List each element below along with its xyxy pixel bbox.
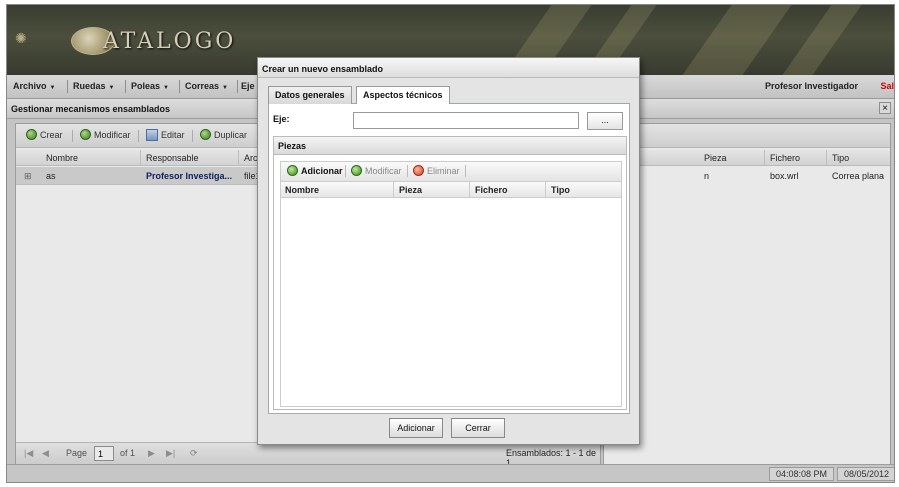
column-header-fichero[interactable]: Fichero <box>475 185 508 195</box>
column-header-tipo[interactable]: Tipo <box>551 185 570 195</box>
dialog-footer: Adicionar Cerrar <box>258 412 639 444</box>
piezas-table: Nombre Pieza Fichero Tipo <box>280 181 622 407</box>
dialog-titlebar[interactable]: Crear un nuevo ensamblado <box>258 58 639 78</box>
eje-label: Eje: <box>273 114 290 124</box>
eliminar-pieza-button[interactable]: Eliminar <box>413 165 460 176</box>
delete-icon <box>413 165 424 176</box>
app-window: ✺ ATALOGO Archivo ▼ Ruedas ▼ Poleas ▼ Corre… <box>6 4 895 483</box>
column-header-pieza[interactable]: Pieza <box>399 185 422 195</box>
tab-aspectos-tecnicos[interactable]: Aspectos técnicos <box>356 86 450 104</box>
piezas-fieldset: Piezas Adicionar Modificar Eliminar Nomb… <box>273 136 627 410</box>
crear-ensamblado-dialog: Crear un nuevo ensamblado Datos generale… <box>257 57 640 445</box>
eje-browse-button[interactable]: ... <box>587 112 623 130</box>
add-icon <box>287 165 298 176</box>
dialog-tabs: Datos generales Aspectos técnicos <box>268 82 630 104</box>
cerrar-button[interactable]: Cerrar <box>451 418 505 438</box>
piezas-toolbar: Adicionar Modificar Eliminar <box>280 161 622 181</box>
tab-panel-aspectos-tecnicos: Eje: ... Piezas Adicionar Modificar Elim… <box>268 104 630 414</box>
piezas-title: Piezas <box>278 141 307 151</box>
dialog-title: Crear un nuevo ensamblado <box>262 64 384 74</box>
column-header-nombre[interactable]: Nombre <box>285 185 319 195</box>
edit-icon <box>351 165 362 176</box>
eje-field[interactable] <box>353 112 579 129</box>
adicionar-button[interactable]: Adicionar <box>389 418 443 438</box>
adicionar-pieza-button[interactable]: Adicionar <box>287 165 343 176</box>
piezas-table-header: Nombre Pieza Fichero Tipo <box>281 182 621 198</box>
tab-datos-generales[interactable]: Datos generales <box>268 86 352 104</box>
piezas-header: Piezas <box>274 137 626 155</box>
modificar-pieza-button[interactable]: Modificar <box>351 165 402 176</box>
